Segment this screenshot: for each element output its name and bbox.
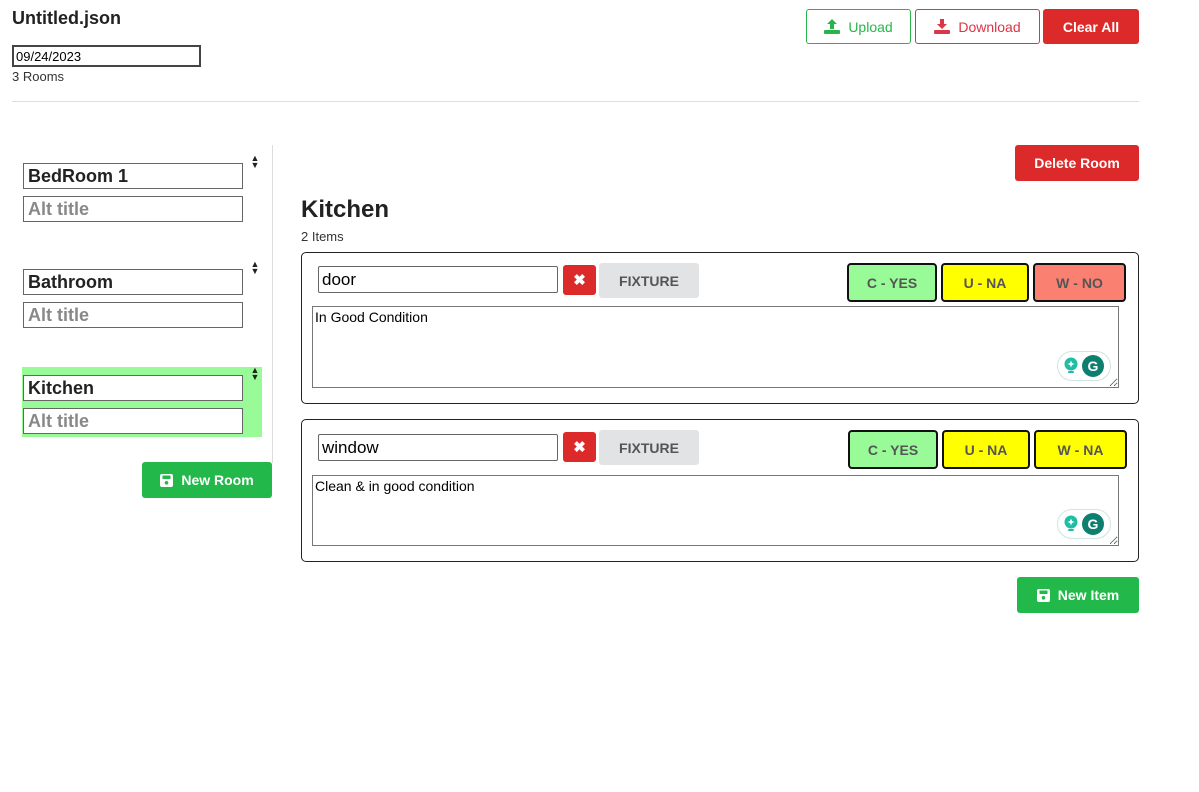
- room-name-input[interactable]: [23, 269, 243, 295]
- delete-room-button[interactable]: Delete Room: [1015, 145, 1139, 181]
- upload-label: Upload: [848, 18, 893, 35]
- new-room-label: New Room: [181, 472, 254, 488]
- clear-all-button[interactable]: Clear All: [1043, 9, 1139, 44]
- grammarly-icon: G: [1082, 355, 1104, 377]
- item-count: 2 Items: [301, 229, 344, 244]
- room-alt-title-input[interactable]: [23, 196, 243, 222]
- lightbulb-icon: [1064, 515, 1078, 531]
- sort-icon[interactable]: ▲ ▼: [250, 154, 260, 170]
- save-icon: [160, 473, 174, 487]
- grammarly-widget[interactable]: G: [1057, 509, 1111, 539]
- upload-button[interactable]: Upload: [806, 9, 911, 44]
- item-type-button[interactable]: FIXTURE: [599, 430, 699, 465]
- status-c-button[interactable]: C - YES: [848, 430, 938, 469]
- sort-icon[interactable]: ▲ ▼: [250, 366, 260, 382]
- download-button[interactable]: Download: [915, 9, 1040, 44]
- item-name-input[interactable]: [318, 266, 558, 293]
- status-w-button[interactable]: W - NO: [1033, 263, 1126, 302]
- room-alt-title-input[interactable]: [23, 302, 243, 328]
- status-u-button[interactable]: U - NA: [941, 263, 1029, 302]
- download-icon: [934, 19, 951, 34]
- remove-item-button[interactable]: ✖: [563, 432, 596, 462]
- remove-item-button[interactable]: ✖: [563, 265, 596, 295]
- status-w-button[interactable]: W - NA: [1034, 430, 1127, 469]
- grammarly-icon: G: [1082, 513, 1104, 535]
- item-card: ✖ FIXTURE C - YES U - NA W - NO In Good …: [301, 252, 1139, 404]
- room-count: 3 Rooms: [12, 69, 65, 84]
- date-input[interactable]: [12, 45, 201, 67]
- sort-icon[interactable]: ▲ ▼: [250, 260, 260, 276]
- save-icon: [1036, 588, 1050, 602]
- grammarly-widget[interactable]: G: [1057, 351, 1111, 381]
- item-notes-textarea[interactable]: Clean & in good condition: [312, 475, 1119, 546]
- status-u-button[interactable]: U - NA: [942, 430, 1030, 469]
- download-label: Download: [958, 18, 1021, 35]
- new-item-button[interactable]: New Item: [1017, 577, 1139, 613]
- item-type-button[interactable]: FIXTURE: [599, 263, 699, 298]
- lightbulb-icon: [1064, 357, 1078, 373]
- item-name-input[interactable]: [318, 434, 558, 461]
- room-item-bedroom-1[interactable]: ▲ ▼: [22, 154, 262, 225]
- item-card: ✖ FIXTURE C - YES U - NA W - NA Clean & …: [301, 419, 1139, 562]
- close-icon: ✖: [573, 272, 586, 289]
- room-name-input[interactable]: [23, 163, 243, 189]
- new-item-label: New Item: [1057, 587, 1120, 603]
- status-c-button[interactable]: C - YES: [847, 263, 937, 302]
- header-divider: [12, 101, 1139, 102]
- room-item-bathroom[interactable]: ▲ ▼: [22, 260, 262, 331]
- room-title: Kitchen: [301, 196, 390, 223]
- room-item-kitchen[interactable]: ▲ ▼: [22, 366, 262, 437]
- sidebar-separator: [272, 145, 273, 463]
- upload-icon: [824, 19, 841, 34]
- room-name-input[interactable]: [23, 375, 243, 401]
- new-room-button[interactable]: New Room: [142, 462, 272, 498]
- room-alt-title-input[interactable]: [23, 408, 243, 434]
- item-notes-textarea[interactable]: In Good Condition: [312, 306, 1119, 388]
- file-title: Untitled.json: [12, 8, 121, 28]
- close-icon: ✖: [573, 439, 586, 456]
